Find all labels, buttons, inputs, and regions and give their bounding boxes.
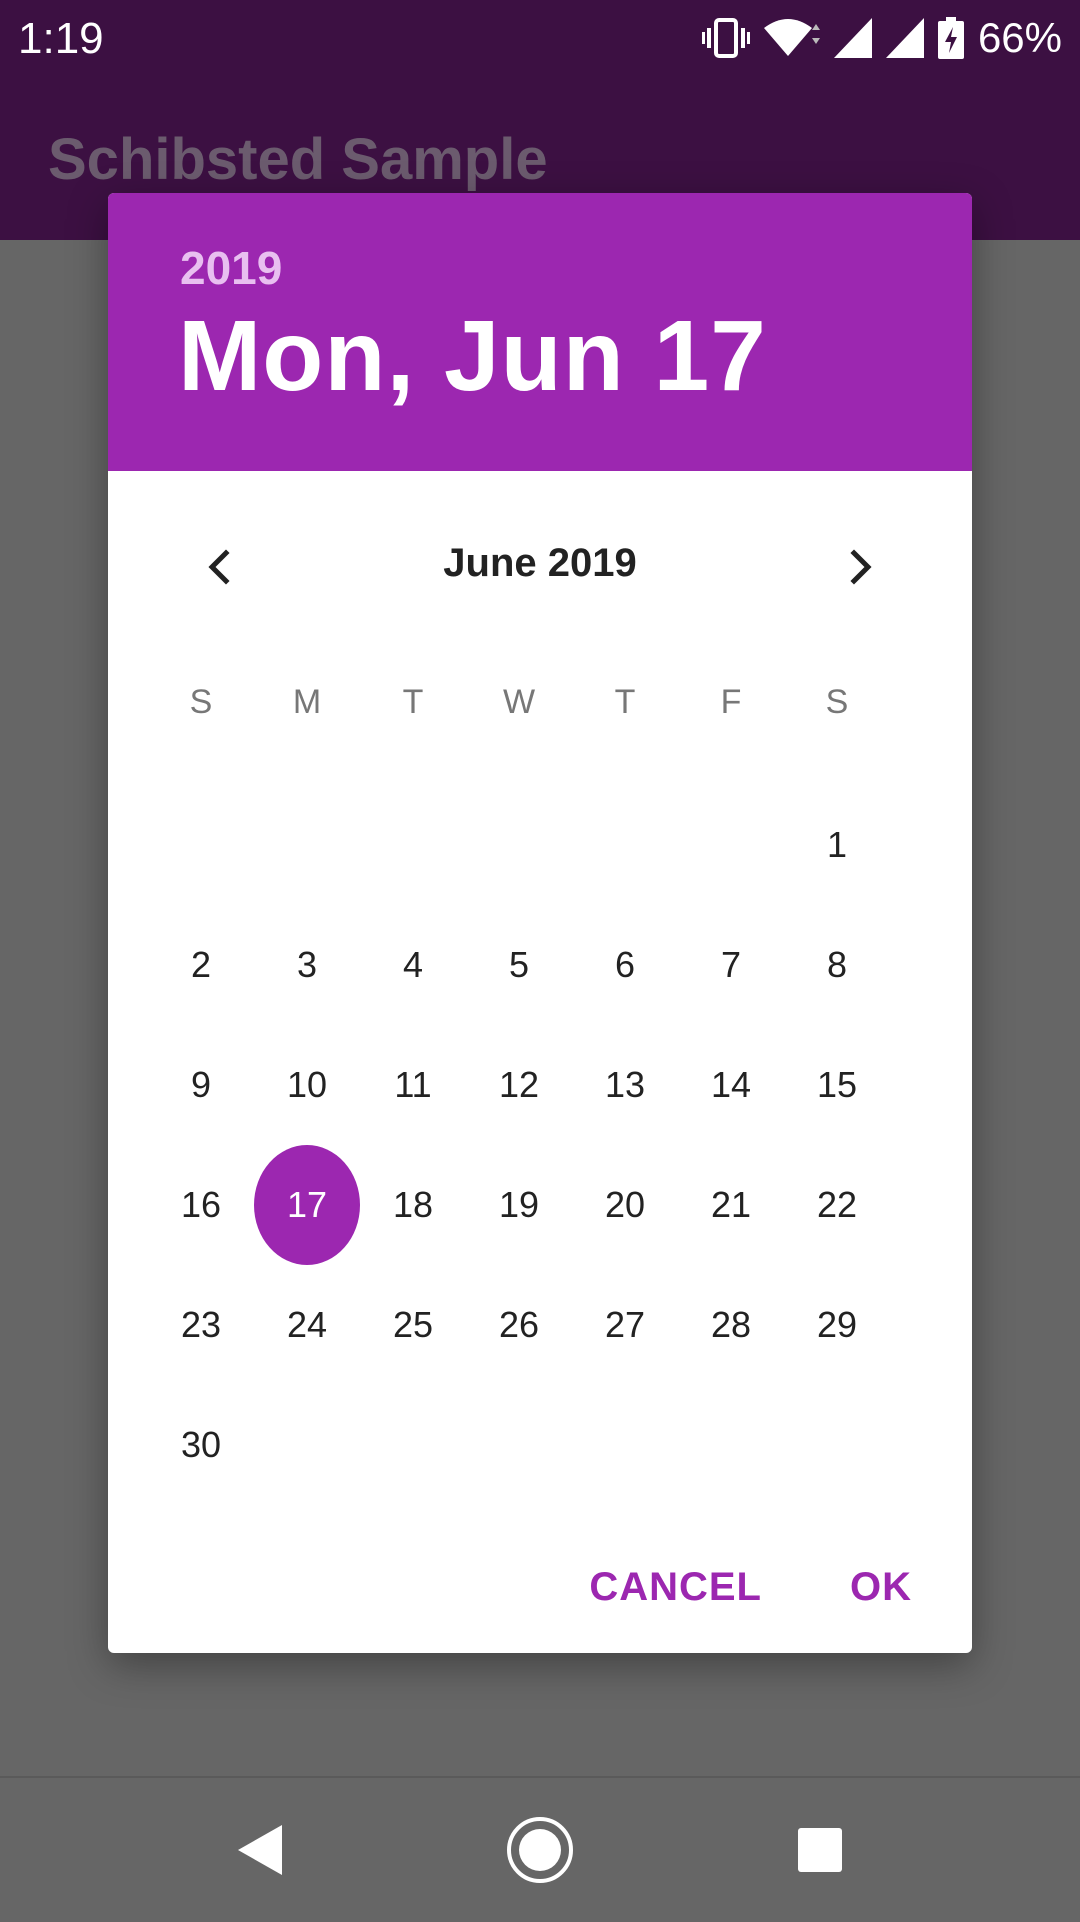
day-number: 4 bbox=[402, 944, 424, 985]
status-time: 1:19 bbox=[18, 14, 104, 63]
signal-icon bbox=[833, 18, 872, 58]
day-number: 11 bbox=[394, 1064, 432, 1105]
weekday-label: M bbox=[292, 683, 322, 721]
day-cell[interactable]: 16 bbox=[148, 1145, 254, 1265]
signal-icon bbox=[885, 18, 924, 58]
day-cell[interactable]: 24 bbox=[254, 1265, 360, 1385]
day-cell[interactable]: 23 bbox=[148, 1265, 254, 1385]
day-number: 30 bbox=[180, 1424, 222, 1465]
back-icon bbox=[238, 1825, 282, 1875]
day-number: 21 bbox=[710, 1184, 752, 1225]
day-number: 2 bbox=[190, 944, 212, 985]
weekday-label: F bbox=[720, 683, 742, 721]
dialog-actions: CANCEL OK bbox=[589, 1547, 912, 1627]
day-cell[interactable]: 5 bbox=[466, 905, 572, 1025]
day-number: 12 bbox=[498, 1064, 540, 1105]
day-number: 24 bbox=[286, 1304, 328, 1345]
day-cell[interactable]: 2 bbox=[148, 905, 254, 1025]
day-number: 16 bbox=[180, 1184, 222, 1225]
ok-button[interactable]: OK bbox=[850, 1565, 912, 1610]
day-number: 13 bbox=[604, 1064, 646, 1105]
day-cell-selected[interactable]: 17 bbox=[254, 1145, 360, 1265]
day-number: 29 bbox=[816, 1304, 858, 1345]
day-number: 20 bbox=[604, 1184, 646, 1225]
day-cell[interactable]: 15 bbox=[784, 1025, 890, 1145]
day-cell[interactable]: 26 bbox=[466, 1265, 572, 1385]
day-number: 1 bbox=[826, 824, 848, 865]
weekday-label: T bbox=[402, 683, 424, 721]
home-button[interactable] bbox=[495, 1805, 585, 1895]
recents-button[interactable] bbox=[775, 1805, 865, 1895]
day-number: 23 bbox=[180, 1304, 222, 1345]
weekday-label: W bbox=[502, 683, 536, 721]
back-button[interactable] bbox=[215, 1805, 305, 1895]
day-number: 15 bbox=[816, 1064, 858, 1105]
chevron-right-icon bbox=[850, 549, 872, 585]
status-icons: 66% bbox=[701, 14, 1062, 62]
day-cell[interactable]: 6 bbox=[572, 905, 678, 1025]
weekday-label: S bbox=[189, 683, 213, 721]
dialog-header: 2019 Mon, Jun 17 bbox=[108, 193, 972, 471]
day-cell[interactable]: 19 bbox=[466, 1145, 572, 1265]
day-number: 8 bbox=[826, 944, 848, 985]
home-icon bbox=[507, 1817, 573, 1883]
day-cell[interactable]: 22 bbox=[784, 1145, 890, 1265]
weekday-header-row: SMTWTFS bbox=[108, 683, 972, 743]
day-cell[interactable]: 8 bbox=[784, 905, 890, 1025]
app-title: Schibsted Sample bbox=[48, 127, 548, 192]
day-cell[interactable]: 30 bbox=[148, 1385, 254, 1505]
day-cell[interactable]: 21 bbox=[678, 1145, 784, 1265]
day-number: 19 bbox=[498, 1184, 540, 1225]
cancel-button[interactable]: CANCEL bbox=[589, 1565, 762, 1610]
day-cell[interactable]: 10 bbox=[254, 1025, 360, 1145]
day-cell[interactable]: 12 bbox=[466, 1025, 572, 1145]
day-number: 5 bbox=[508, 944, 530, 985]
days-grid: 1 2 3 4 5 6 7 8 9 10 11 12 13 14 15 16 17 18 19 20 21 22 23 24 2… bbox=[108, 785, 972, 1505]
recents-icon bbox=[798, 1828, 842, 1872]
status-bar: 1:19 66% bbox=[0, 0, 1080, 74]
navigation-bar bbox=[0, 1776, 1080, 1922]
next-month-button[interactable] bbox=[820, 527, 900, 607]
day-number: 27 bbox=[604, 1304, 646, 1345]
day-number: 7 bbox=[720, 944, 742, 985]
day-cell[interactable]: 7 bbox=[678, 905, 784, 1025]
day-cell[interactable]: 11 bbox=[360, 1025, 466, 1145]
day-number: 9 bbox=[190, 1064, 212, 1105]
day-cell[interactable]: 28 bbox=[678, 1265, 784, 1385]
weekday-label: T bbox=[614, 683, 636, 721]
day-cell[interactable]: 4 bbox=[360, 905, 466, 1025]
day-number: 17 bbox=[254, 1145, 360, 1265]
day-number: 28 bbox=[710, 1304, 752, 1345]
day-number: 10 bbox=[286, 1064, 328, 1105]
day-cell[interactable]: 9 bbox=[148, 1025, 254, 1145]
day-number: 6 bbox=[614, 944, 636, 985]
month-navigation: June 2019 bbox=[108, 527, 972, 607]
header-selected-date[interactable]: Mon, Jun 17 bbox=[178, 299, 767, 414]
battery-charging-icon bbox=[937, 17, 964, 59]
day-cell[interactable]: 25 bbox=[360, 1265, 466, 1385]
wifi-icon bbox=[763, 18, 820, 58]
day-cell[interactable]: 3 bbox=[254, 905, 360, 1025]
weekday-label: S bbox=[825, 683, 849, 721]
battery-percent: 66% bbox=[977, 14, 1062, 61]
day-number: 22 bbox=[816, 1184, 858, 1225]
day-cell[interactable]: 18 bbox=[360, 1145, 466, 1265]
day-cell[interactable]: 27 bbox=[572, 1265, 678, 1385]
day-number: 14 bbox=[710, 1064, 752, 1105]
day-number: 3 bbox=[296, 944, 318, 985]
day-cell[interactable]: 20 bbox=[572, 1145, 678, 1265]
vibrate-icon bbox=[701, 18, 750, 58]
header-year[interactable]: 2019 bbox=[180, 241, 282, 295]
day-number: 25 bbox=[392, 1304, 434, 1345]
day-cell[interactable]: 1 bbox=[784, 785, 890, 905]
day-cell[interactable]: 14 bbox=[678, 1025, 784, 1145]
day-number: 26 bbox=[498, 1304, 540, 1345]
day-cell[interactable]: 29 bbox=[784, 1265, 890, 1385]
date-picker-dialog: 2019 Mon, Jun 17 June 2019 SMTWTFS 12345… bbox=[108, 193, 972, 1653]
day-cell[interactable]: 13 bbox=[572, 1025, 678, 1145]
day-number: 18 bbox=[392, 1184, 434, 1225]
